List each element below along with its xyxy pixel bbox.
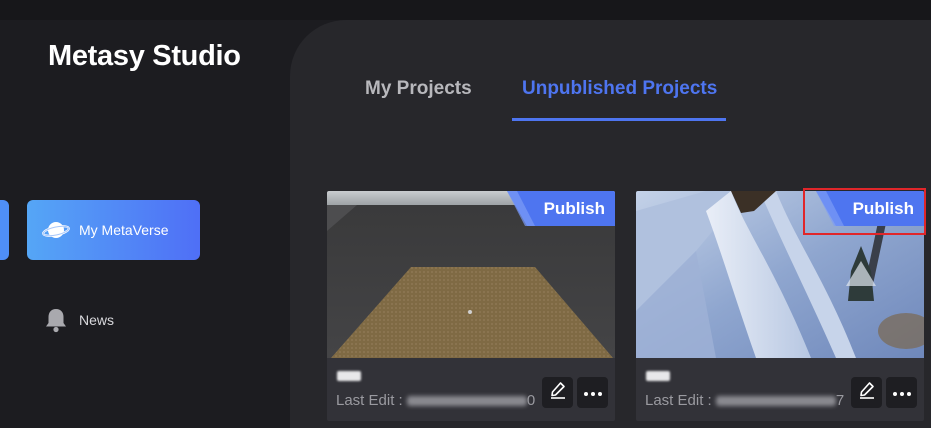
more-options-button[interactable] <box>886 377 917 408</box>
edit-button[interactable] <box>542 377 573 408</box>
last-edit-label: Last Edit : <box>645 392 712 409</box>
more-horizontal-icon <box>583 384 603 402</box>
pencil-icon <box>548 380 568 405</box>
last-edit-label: Last Edit : <box>336 392 403 409</box>
more-options-button[interactable] <box>577 377 608 408</box>
bell-icon <box>41 305 71 335</box>
edit-button[interactable] <box>851 377 882 408</box>
tab-unpublished-projects[interactable]: Unpublished Projects <box>522 78 717 100</box>
sidebar-item-my-metaverse[interactable]: My MetaVerse <box>27 200 200 260</box>
active-nav-indicator <box>0 200 9 260</box>
project-name <box>337 371 361 381</box>
last-edit-text: Last Edit : 7 <box>645 392 844 409</box>
active-tab-underline <box>512 118 726 121</box>
sidebar-item-news[interactable]: News <box>27 290 200 350</box>
project-card[interactable]: Publish Last Edit : 7 <box>636 191 924 421</box>
last-edit-text: Last Edit : 0 <box>336 392 535 409</box>
window-top-bar <box>0 0 931 20</box>
project-card[interactable]: Publish Last Edit : 0 <box>327 191 615 421</box>
publish-label: Publish <box>852 199 914 218</box>
sidebar-item-label: My MetaVerse <box>79 222 169 238</box>
tab-my-projects[interactable]: My Projects <box>365 78 472 100</box>
more-horizontal-icon <box>892 384 912 402</box>
last-edit-date-tail: 0 <box>526 392 536 409</box>
planet-icon <box>41 215 71 245</box>
sidebar-item-label: News <box>79 312 115 328</box>
publish-button[interactable]: Publish <box>816 191 924 226</box>
last-edit-date-tail: 7 <box>835 392 845 409</box>
app-title: Metasy Studio <box>48 40 241 72</box>
last-edit-date-redacted <box>406 396 527 407</box>
pencil-icon <box>857 380 877 405</box>
project-name <box>646 371 670 381</box>
last-edit-date-redacted <box>715 396 836 407</box>
publish-button[interactable]: Publish <box>507 191 615 226</box>
publish-label: Publish <box>543 199 605 218</box>
